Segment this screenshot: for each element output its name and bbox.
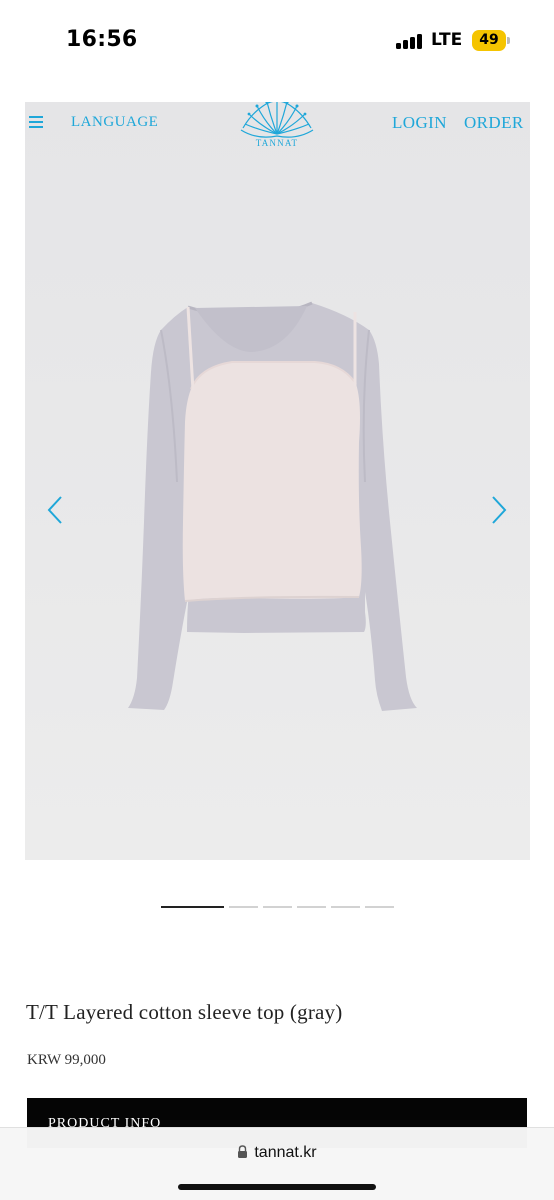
url-text: tannat.kr: [254, 1144, 317, 1161]
browser-address-bar[interactable]: tannat.kr: [0, 1127, 554, 1200]
carousel-indicator[interactable]: [229, 906, 258, 908]
signal-bars-icon: [396, 33, 424, 49]
lock-icon: [238, 1145, 248, 1158]
home-indicator[interactable]: [178, 1184, 376, 1190]
product-image[interactable]: LANGUAGE TANNAT LOGIN ORDER: [25, 102, 530, 860]
chevron-left-icon[interactable]: [45, 494, 67, 526]
site-header: LANGUAGE TANNAT LOGIN ORDER: [25, 102, 530, 162]
order-link[interactable]: ORDER: [464, 113, 524, 133]
hamburger-menu-icon[interactable]: [29, 116, 43, 129]
status-bar: 16:56 LTE 49: [0, 0, 554, 84]
carousel-indicator[interactable]: [331, 906, 360, 908]
battery-level: 49: [472, 30, 506, 51]
carousel-indicator[interactable]: [365, 906, 394, 908]
language-link[interactable]: LANGUAGE: [71, 114, 158, 131]
product-photo: [128, 301, 417, 711]
battery-icon: 49: [472, 30, 510, 51]
login-link[interactable]: LOGIN: [392, 113, 447, 133]
carrier-label: LTE: [431, 30, 463, 50]
product-price: KRW 99,000: [27, 1052, 106, 1068]
url-display[interactable]: tannat.kr: [0, 1144, 554, 1162]
carousel-indicator[interactable]: [263, 906, 292, 908]
carousel-indicator[interactable]: [161, 906, 224, 908]
status-time: 16:56: [66, 27, 138, 52]
logo-text: TANNAT: [255, 138, 299, 148]
product-title: T/T Layered cotton sleeve top (gray): [26, 1000, 343, 1024]
chevron-right-icon[interactable]: [487, 494, 509, 526]
carousel-indicator[interactable]: [297, 906, 326, 908]
carousel-indicators: [161, 906, 396, 910]
